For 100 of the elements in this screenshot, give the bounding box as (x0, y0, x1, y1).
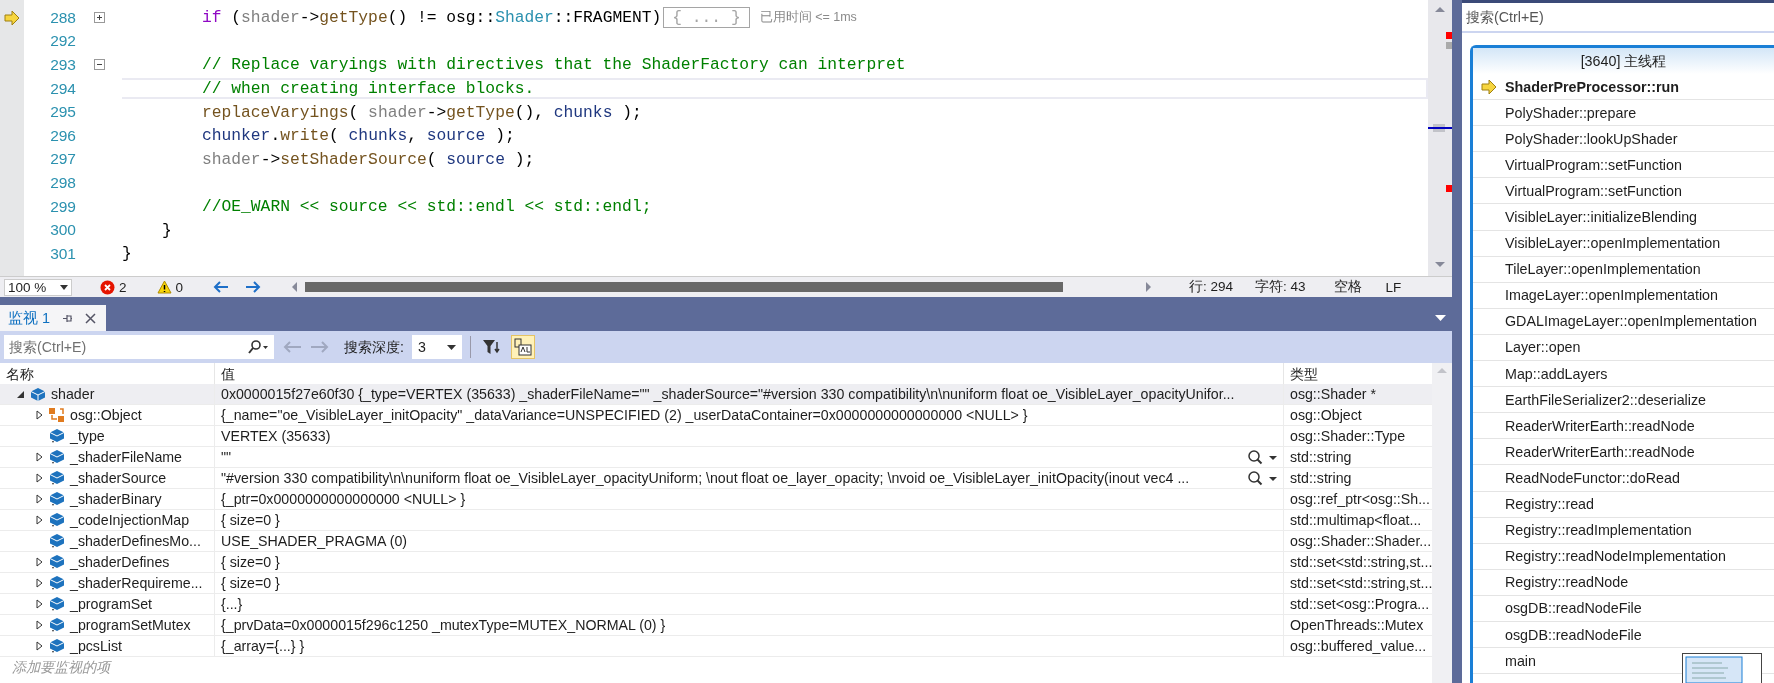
stack-frame[interactable]: PolyShader::prepare (1473, 100, 1774, 127)
format-toggle-button[interactable] (510, 335, 535, 359)
pin-icon[interactable] (62, 312, 74, 324)
search-field[interactable]: 搜索(Ctrl+E) (1462, 3, 1774, 31)
collapse-icon[interactable] (93, 59, 105, 71)
field-icon (49, 470, 65, 486)
field-icon (49, 428, 65, 444)
expand-arrow-icon[interactable] (35, 410, 43, 420)
variable-name: _programSetMutex (70, 617, 191, 633)
variable-value[interactable]: VERTEX (35633) (221, 428, 331, 444)
variable-value[interactable]: { size=0 } (221, 575, 280, 591)
stack-frame[interactable]: TileLayer::openImplementation (1473, 256, 1774, 283)
expand-arrow-icon[interactable] (35, 473, 43, 483)
base-class-icon (48, 407, 66, 423)
stack-frame[interactable]: Map::addLayers (1473, 361, 1774, 388)
error-icon[interactable] (100, 279, 115, 295)
line-number: 292 (49, 32, 76, 51)
variable-type: osg::Shader::Type (1290, 428, 1406, 444)
expand-icon[interactable] (93, 12, 105, 24)
stack-frame[interactable]: ShaderPreProcessor::run (1473, 74, 1774, 101)
expand-arrow-icon[interactable] (35, 515, 43, 525)
stack-frame[interactable]: Layer::open (1473, 334, 1774, 362)
visualizer-icon[interactable] (1245, 470, 1279, 487)
variable-value[interactable]: "#version 330 compatibility\n\nuniform float oe_VisibleLayer_opacityUniform; \nout float oe_layer_opacity; \nvoid oe_VisibleLayer_initOpacity(inout vec4 ... (221, 470, 1190, 486)
line-number: 299 (49, 197, 76, 216)
stack-frame[interactable]: EarthFileSerializer2::deserialize (1473, 387, 1774, 414)
visualizer-icon[interactable] (1245, 449, 1279, 466)
expand-arrow-icon[interactable] (35, 494, 43, 504)
stack-frame[interactable]: VirtualProgram::setFunction (1473, 178, 1774, 205)
variable-name: shader (51, 386, 95, 402)
variable-name: _shaderDefines (70, 554, 170, 570)
column-header[interactable]: 值 (221, 365, 235, 384)
column-header[interactable]: 名称 (6, 365, 34, 384)
variable-value[interactable]: "" (221, 449, 232, 465)
code-line: } (162, 220, 172, 240)
field-icon (49, 491, 65, 507)
stack-frame[interactable]: Registry::readNode (1473, 569, 1774, 596)
dropdown-arrow-icon[interactable] (1435, 315, 1446, 322)
line-number: 298 (49, 173, 76, 192)
search-icon[interactable] (247, 340, 269, 354)
stack-frame[interactable]: VisibleLayer::openImplementation (1473, 230, 1774, 257)
variable-type: std::set<std::string,st... (1290, 575, 1432, 591)
stack-frame[interactable]: ReaderWriterEarth::readNode (1473, 413, 1774, 440)
search-field[interactable]: 搜索(Ctrl+E) (4, 335, 274, 359)
warning-icon[interactable] (156, 280, 172, 294)
variable-value[interactable]: USE_SHADER_PRAGMA (0) (221, 533, 408, 549)
object-icon (30, 387, 46, 401)
line-number: 295 (49, 103, 76, 122)
field-icon (49, 575, 65, 591)
horizontal-scrollbar[interactable] (291, 280, 1154, 294)
variable-value[interactable]: {_prvData=0x0000015f296c1250 _mutexType=MUTEX_NORMAL (0) } (221, 617, 666, 633)
stack-frame[interactable]: Registry::readImplementation (1473, 517, 1774, 544)
stack-frame[interactable]: ReadNodeFunctor::doRead (1473, 465, 1774, 492)
stack-frame[interactable]: PolyShader::lookUpShader (1473, 126, 1774, 153)
stack-frame[interactable]: GDALImageLayer::openImplementation (1473, 308, 1774, 335)
caret-icon (60, 284, 68, 290)
perf-tip[interactable]: 已用时间 <= 1ms (759, 9, 857, 27)
variable-type: std::string (1290, 470, 1352, 486)
stack-frame[interactable]: VirtualProgram::setFunction (1473, 152, 1774, 179)
field-icon (49, 512, 65, 528)
variable-value[interactable]: { size=0 } (221, 554, 280, 570)
variable-name: _programSet (70, 596, 152, 612)
search-depth-dropdown[interactable]: 3 (411, 335, 462, 359)
line-number: 301 (49, 244, 76, 263)
code-line: // when creating interface blocks. (202, 79, 535, 99)
collapse-arrow-icon[interactable] (15, 389, 25, 399)
forward-arrow-icon[interactable] (245, 281, 262, 293)
expand-arrow-icon[interactable] (35, 620, 43, 630)
stack-frame[interactable]: osgDB::readNodeFile (1473, 621, 1774, 649)
variable-type: std::string (1290, 449, 1352, 465)
watch-tab[interactable]: 监视 1 (0, 305, 107, 331)
back-arrow-icon[interactable] (213, 281, 230, 293)
error-count: 2 (119, 279, 127, 295)
variable-name: osg::Object (70, 407, 142, 423)
stack-frame[interactable]: ImageLayer::openImplementation (1473, 282, 1774, 309)
expand-arrow-icon[interactable] (35, 578, 43, 588)
column-header[interactable]: 类型 (1290, 365, 1318, 384)
field-icon (49, 596, 65, 612)
stack-frame[interactable]: Registry::read (1473, 491, 1774, 518)
variable-value[interactable]: {_ptr=0x0000000000000000 <NULL> } (221, 491, 466, 507)
line-number: 288 (49, 8, 76, 27)
column-position: 字符: 43 (1255, 278, 1306, 296)
variable-value[interactable]: {...} (221, 596, 243, 612)
stack-frame[interactable]: osgDB::readNodeFile (1473, 595, 1774, 622)
variable-type: std::set<osg::Progra... (1290, 596, 1430, 612)
expand-arrow-icon[interactable] (35, 557, 43, 567)
variable-value[interactable]: {_name="oe_VisibleLayer_initOpacity" _dataVariance=UNSPECIFIED (2) _userDataContainer=0x0000000000000000 <NULL> } (221, 407, 1028, 423)
stack-frame[interactable]: ReaderWriterEarth::readNode (1473, 439, 1774, 466)
expand-arrow-icon[interactable] (35, 452, 43, 462)
zoom-dropdown[interactable]: 100 % (4, 278, 72, 296)
expand-arrow-icon[interactable] (35, 599, 43, 609)
expand-arrow-icon[interactable] (35, 641, 43, 651)
variable-value[interactable]: { size=0 } (221, 512, 280, 528)
variable-value[interactable]: {_array={...} } (221, 638, 305, 654)
variable-name: _shaderBinary (70, 491, 162, 507)
close-icon[interactable] (85, 312, 97, 324)
variable-name: _shaderDefinesMo... (70, 533, 201, 549)
stack-frame[interactable]: Registry::readNodeImplementation (1473, 543, 1774, 570)
stack-frame[interactable]: VisibleLayer::initializeBlending (1473, 204, 1774, 231)
line-number: 297 (49, 150, 76, 169)
